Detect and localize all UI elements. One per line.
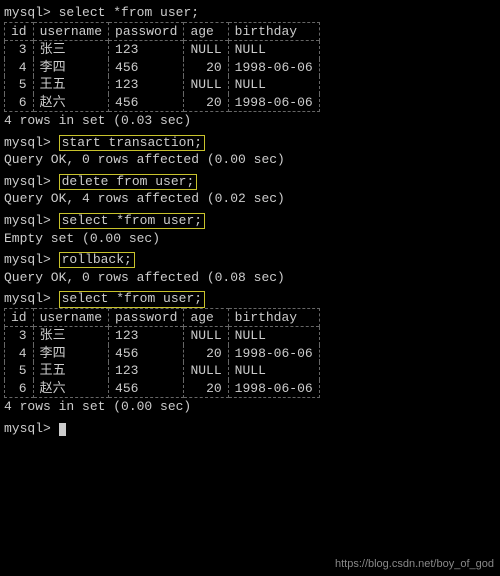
msg-empty: Empty set (0.00 sec) [4, 230, 500, 248]
cmd-delete: delete from user; [59, 174, 198, 190]
table-row: 3张三123NULLNULL [5, 41, 320, 59]
col-age: age [184, 22, 228, 41]
msg-ok-4-002: Query OK, 4 rows affected (0.02 sec) [4, 190, 500, 208]
cursor-icon [59, 423, 66, 436]
prompt-idle[interactable]: mysql> [4, 420, 500, 438]
table-row: 6赵六456201998-06-06 [5, 380, 320, 398]
cmd-rollback: rollback; [59, 252, 135, 268]
cmd-line-select1: mysql> select *from user; [4, 4, 500, 22]
msg-rows-set-1: 4 rows in set (0.03 sec) [4, 112, 500, 130]
col-id: id [5, 22, 34, 41]
cmd-select1: select *from user; [59, 5, 199, 20]
table-row: 4李四456201998-06-06 [5, 59, 320, 77]
cmd-line-select2: mysql> select *from user; [4, 212, 500, 230]
table-row: 4李四456201998-06-06 [5, 345, 320, 363]
col-username: username [33, 22, 108, 41]
table-row: 6赵六456201998-06-06 [5, 94, 320, 112]
cmd-line-rollback: mysql> rollback; [4, 251, 500, 269]
cmd-line-delete: mysql> delete from user; [4, 173, 500, 191]
result-table-1: idusernamepasswordagebirthday 3张三123NULL… [4, 22, 320, 113]
table-row: 5王五123NULLNULL [5, 362, 320, 380]
msg-ok-0-008: Query OK, 0 rows affected (0.08 sec) [4, 269, 500, 287]
cmd-line-select3: mysql> select *from user; [4, 290, 500, 308]
table-row: 3张三123NULLNULL [5, 327, 320, 345]
col-birthday: birthday [228, 22, 319, 41]
cmd-line-start-tx: mysql> start transaction; [4, 134, 500, 152]
result-table-2: idusernamepasswordagebirthday 3张三123NULL… [4, 308, 320, 399]
watermark: https://blog.csdn.net/boy_of_god [335, 557, 494, 572]
cmd-select3: select *from user; [59, 291, 205, 307]
col-password: password [109, 22, 184, 41]
terminal[interactable]: mysql> select *from user; idusernamepass… [0, 0, 500, 576]
cmd-start-transaction: start transaction; [59, 135, 205, 151]
msg-ok-0-000: Query OK, 0 rows affected (0.00 sec) [4, 151, 500, 169]
msg-rows-set-2: 4 rows in set (0.00 sec) [4, 398, 500, 416]
prompt: mysql> [4, 5, 51, 20]
cmd-select2: select *from user; [59, 213, 205, 229]
table-row: 5王五123NULLNULL [5, 76, 320, 94]
